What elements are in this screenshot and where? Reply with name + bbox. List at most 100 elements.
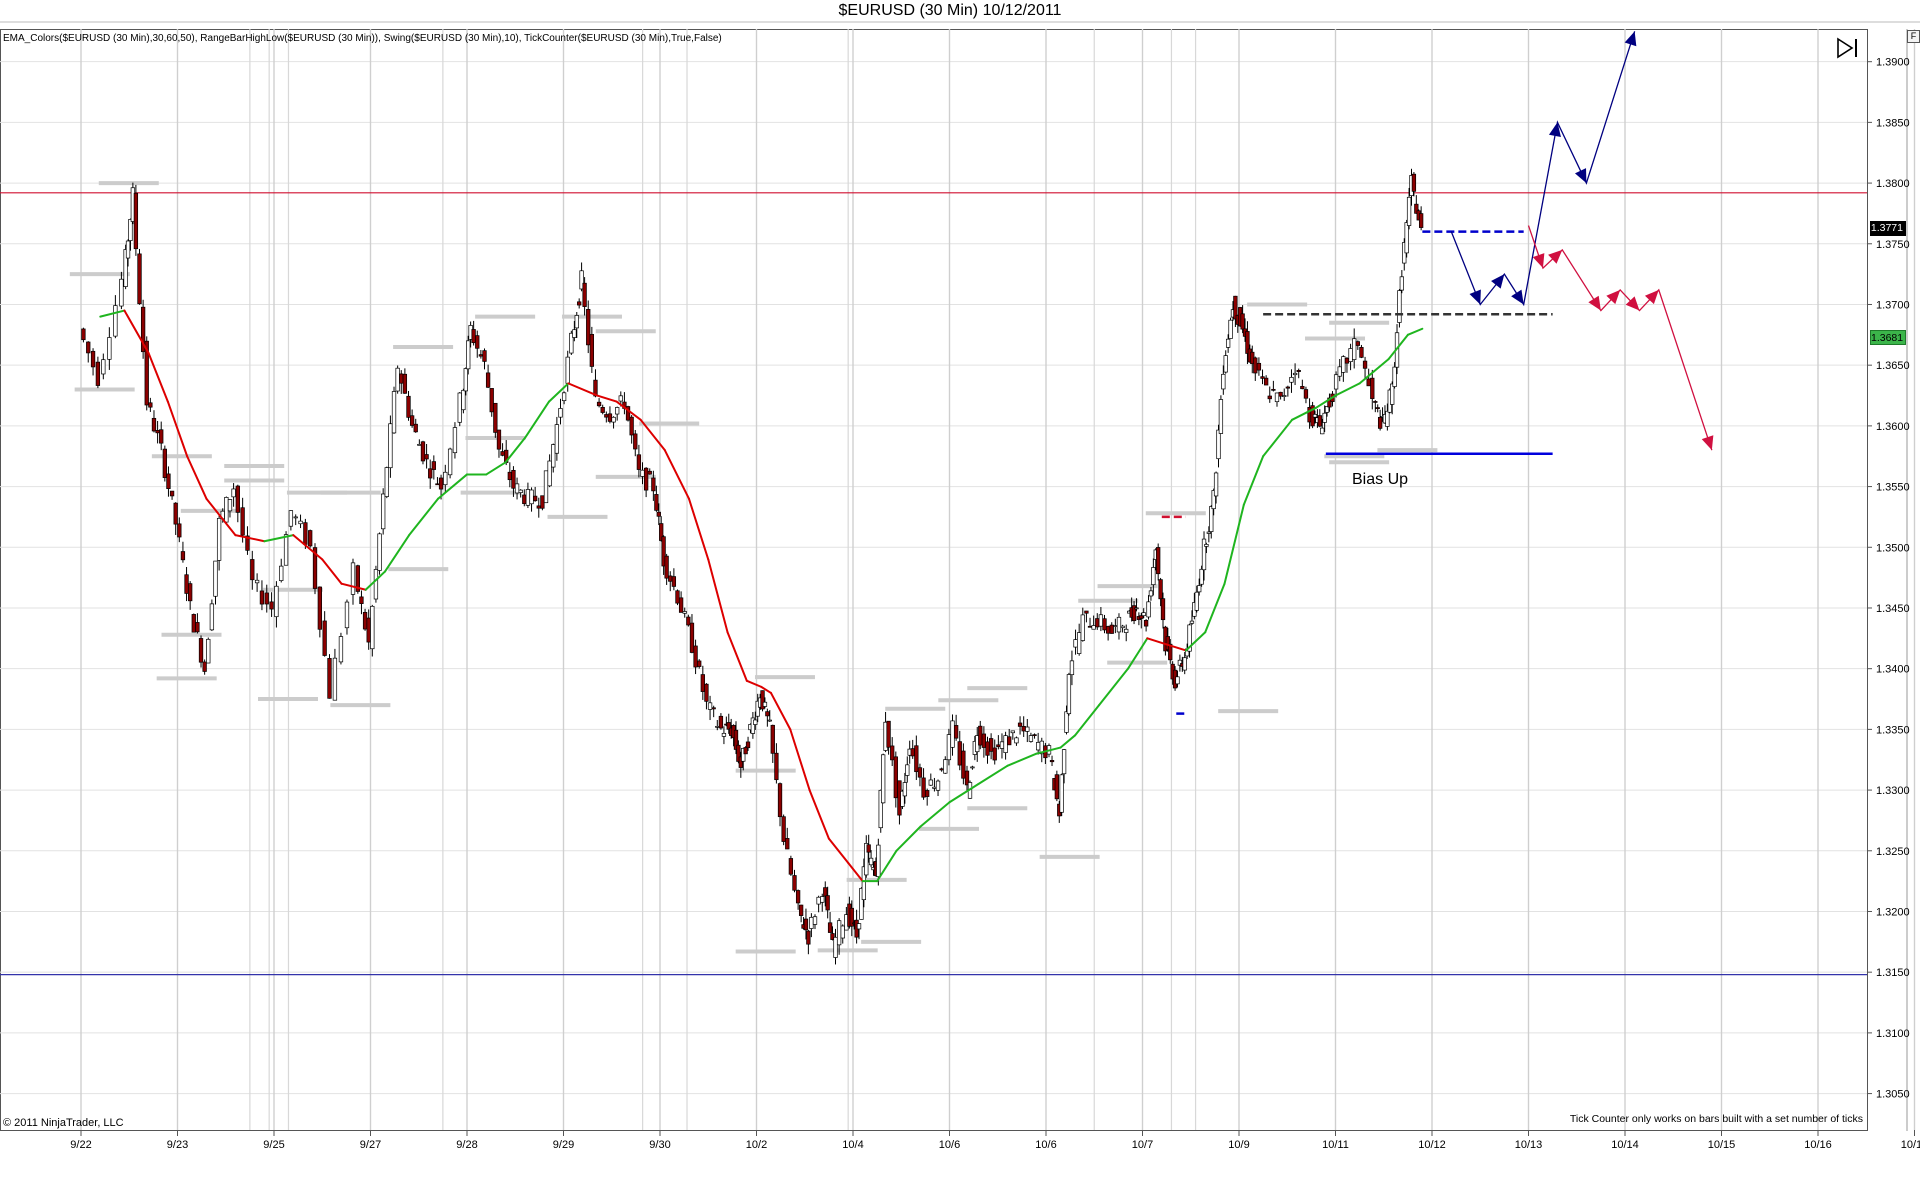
candle-body [1077, 632, 1082, 654]
candle-body [910, 748, 915, 757]
candle-body [137, 253, 142, 305]
candle-body [1194, 591, 1199, 611]
candle-body [1282, 395, 1287, 397]
candle-body [668, 575, 673, 582]
candle-body [1312, 414, 1318, 418]
candle-body [391, 391, 397, 434]
candle-body [489, 388, 494, 413]
ema-segment [596, 394, 618, 403]
f-button[interactable]: F [1907, 30, 1920, 43]
candle-body [298, 520, 303, 525]
candle-body [558, 408, 563, 418]
candle-body [792, 875, 797, 891]
ema-segment [383, 534, 411, 573]
candle-body [1151, 567, 1156, 586]
candle-body [1206, 531, 1211, 534]
candle-body [180, 551, 186, 561]
candle-body [177, 523, 182, 538]
candle-body [1073, 639, 1078, 648]
copyright-text: © 2011 NinjaTrader, LLC [3, 1117, 124, 1129]
candle-body [1032, 734, 1037, 736]
candle-body [344, 601, 350, 629]
candle-body [647, 470, 652, 475]
candle-body [1134, 607, 1139, 610]
candle-body [1223, 355, 1228, 373]
candle-body [231, 488, 236, 498]
candle-body [332, 657, 338, 701]
candle-body [745, 741, 751, 749]
candle-body [914, 745, 919, 773]
candle-body [293, 516, 298, 519]
bias-label: Bias Up [1352, 471, 1409, 488]
candle-body [1148, 590, 1154, 597]
candle-body [798, 904, 804, 916]
x-tick-label: 10/6 [1035, 1139, 1056, 1151]
candle-body [1344, 357, 1350, 364]
candle-body [1362, 360, 1368, 369]
candle-body [409, 415, 415, 426]
projection-up-arrowhead [1511, 289, 1524, 305]
y-tick-label: 1.3800 [1876, 178, 1910, 190]
candle-body [125, 240, 131, 259]
candle-body [1296, 370, 1301, 372]
x-tick-label: 10/17 [1901, 1139, 1920, 1151]
candle-body [543, 470, 549, 504]
candle-body [1087, 625, 1093, 628]
candle-body [651, 477, 656, 492]
ema-segment [504, 437, 526, 464]
candle-body [1160, 598, 1166, 621]
candle-body [806, 930, 811, 945]
candle-body [820, 896, 825, 903]
candle-body [935, 780, 941, 791]
candle-body [978, 725, 983, 746]
candle-body [718, 715, 724, 729]
candle-body [413, 423, 418, 433]
candle-body [770, 724, 775, 754]
candle-body [303, 522, 308, 545]
candle-body [881, 754, 886, 804]
x-tick-label: 10/7 [1132, 1139, 1153, 1151]
candle-body [664, 555, 669, 579]
candle-body [478, 354, 484, 357]
candle-body [475, 335, 480, 349]
ema-segment [789, 728, 811, 792]
candle-body [518, 489, 523, 493]
candle-body [1003, 735, 1008, 753]
candle-body [1216, 429, 1221, 460]
candle-body [795, 890, 801, 904]
ema-segment [948, 783, 980, 804]
x-tick-label: 9/30 [649, 1139, 670, 1151]
candle-body [767, 719, 772, 722]
candle-body [1105, 626, 1111, 634]
candle-body [366, 617, 371, 643]
ema-price-tag: 1.3681 [1870, 330, 1906, 345]
projection-down-arrowhead [1532, 253, 1545, 269]
candle-body [1146, 601, 1151, 618]
x-tick-label: 10/16 [1804, 1139, 1832, 1151]
candle-body [1120, 625, 1125, 629]
y-tick-label: 1.3450 [1876, 603, 1910, 615]
y-tick-label: 1.3350 [1876, 724, 1910, 736]
candle-body [173, 502, 178, 525]
candle-body [1095, 618, 1100, 628]
play-icon[interactable] [1836, 37, 1860, 59]
candle-body [485, 372, 491, 388]
candle-body [809, 916, 814, 929]
candle-body [1175, 676, 1180, 685]
candle-body [159, 429, 164, 444]
candle-body [1256, 362, 1262, 371]
tick-counter-note: Tick Counter only works on bars built wi… [1569, 1113, 1863, 1125]
projection-down-arrowhead [1588, 295, 1601, 311]
candle-body [1066, 674, 1072, 715]
candle-body [388, 423, 393, 469]
candle-body [166, 473, 171, 489]
candle-body [925, 790, 930, 797]
candle-body [1411, 173, 1417, 192]
x-axis-ticks: 9/22 9/23 9/25 9/27 9/28 9/29 9/30 10/2 10/4 10/6… [70, 1130, 1920, 1151]
candle-body [988, 738, 994, 752]
candle-body [119, 278, 124, 307]
candle-body [493, 402, 498, 433]
candle-body [1141, 612, 1146, 617]
candle-body [1289, 376, 1294, 383]
candle-body [1337, 366, 1342, 377]
